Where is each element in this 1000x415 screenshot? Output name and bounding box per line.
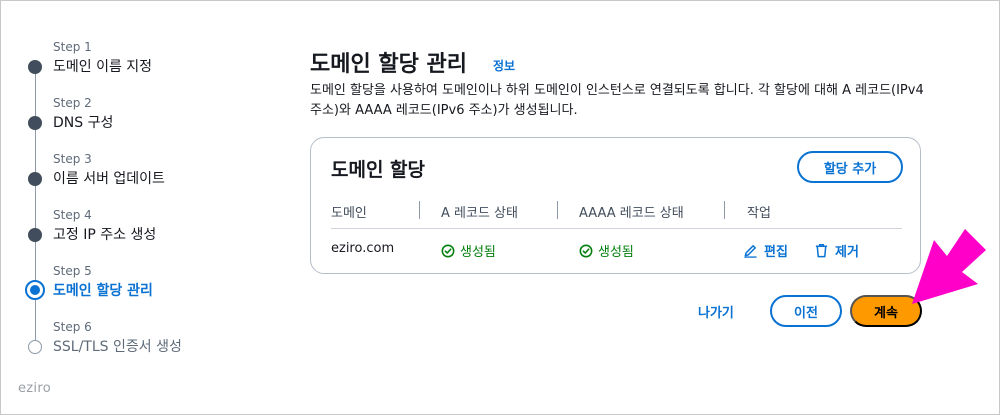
- page-title: 도메인 할당 관리: [310, 52, 467, 77]
- step-done-dot: [28, 60, 42, 74]
- column-divider: [557, 201, 558, 219]
- info-link[interactable]: 정보: [493, 57, 515, 74]
- aaaa-record-status: 생성됨: [579, 241, 634, 260]
- next-button[interactable]: 계속: [850, 295, 922, 327]
- remove-label: 제거: [835, 245, 859, 260]
- brand-watermark: eziro: [18, 381, 51, 396]
- step-pending-dot: [28, 340, 42, 354]
- pencil-icon: [744, 245, 757, 258]
- step-done-dot: [28, 116, 42, 130]
- status-text: 생성됨: [460, 245, 496, 260]
- column-header-actions: 작업: [747, 206, 771, 221]
- column-divider: [419, 201, 420, 219]
- a-record-status: 생성됨: [441, 241, 496, 260]
- remove-button[interactable]: 제거: [814, 241, 859, 260]
- check-circle-icon: [579, 244, 593, 257]
- page-description: 도메인 할당을 사용하여 도메인이나 하위 도메인이 인스턴스로 연결되도록 합…: [310, 83, 924, 118]
- step-done-dot: [28, 228, 42, 242]
- edit-button[interactable]: 편집: [743, 241, 788, 260]
- step-title: 도메인 이름 지정: [53, 59, 153, 75]
- step-done-dot: [28, 172, 42, 186]
- trash-icon: [815, 243, 828, 258]
- column-header-a-record: A 레코드 상태: [441, 206, 518, 221]
- header-divider: [331, 228, 902, 229]
- step-title: 고정 IP 주소 생성: [53, 227, 157, 243]
- column-header-aaaa-record: AAAA 레코드 상태: [579, 206, 684, 221]
- cancel-button[interactable]: 나가기: [698, 302, 734, 321]
- step-active-dot: [25, 280, 45, 300]
- column-header-domain: 도메인: [331, 206, 367, 221]
- status-text: 생성됨: [598, 245, 634, 260]
- card-title: 도메인 할당: [331, 159, 426, 181]
- edit-label: 편집: [764, 245, 788, 260]
- wizard-stepper: Step 1 도메인 이름 지정 Step 2 DNS 구성 Step 3 이름…: [0, 0, 260, 415]
- step-title: SSL/TLS 인증서 생성: [53, 339, 182, 355]
- step-label: Step 1: [53, 40, 92, 54]
- step-title: DNS 구성: [53, 115, 114, 131]
- step-label: Step 3: [53, 152, 92, 166]
- step-label: Step 5: [53, 264, 92, 278]
- check-circle-icon: [441, 244, 455, 257]
- domain-assignments-card: 도메인 할당 할당 추가 도메인 A 레코드 상태 AAAA 레코드 상태 작업…: [310, 137, 921, 274]
- step-title: 도메인 할당 관리: [53, 283, 153, 299]
- step-label: Step 4: [53, 208, 92, 222]
- previous-button[interactable]: 이전: [770, 295, 842, 327]
- step-label: Step 6: [53, 320, 92, 334]
- column-divider: [724, 201, 725, 219]
- add-assignment-button[interactable]: 할당 추가: [797, 151, 903, 183]
- domain-cell: eziro.com: [331, 241, 395, 256]
- step-title: 이름 서버 업데이트: [53, 171, 165, 187]
- step-label: Step 2: [53, 96, 92, 110]
